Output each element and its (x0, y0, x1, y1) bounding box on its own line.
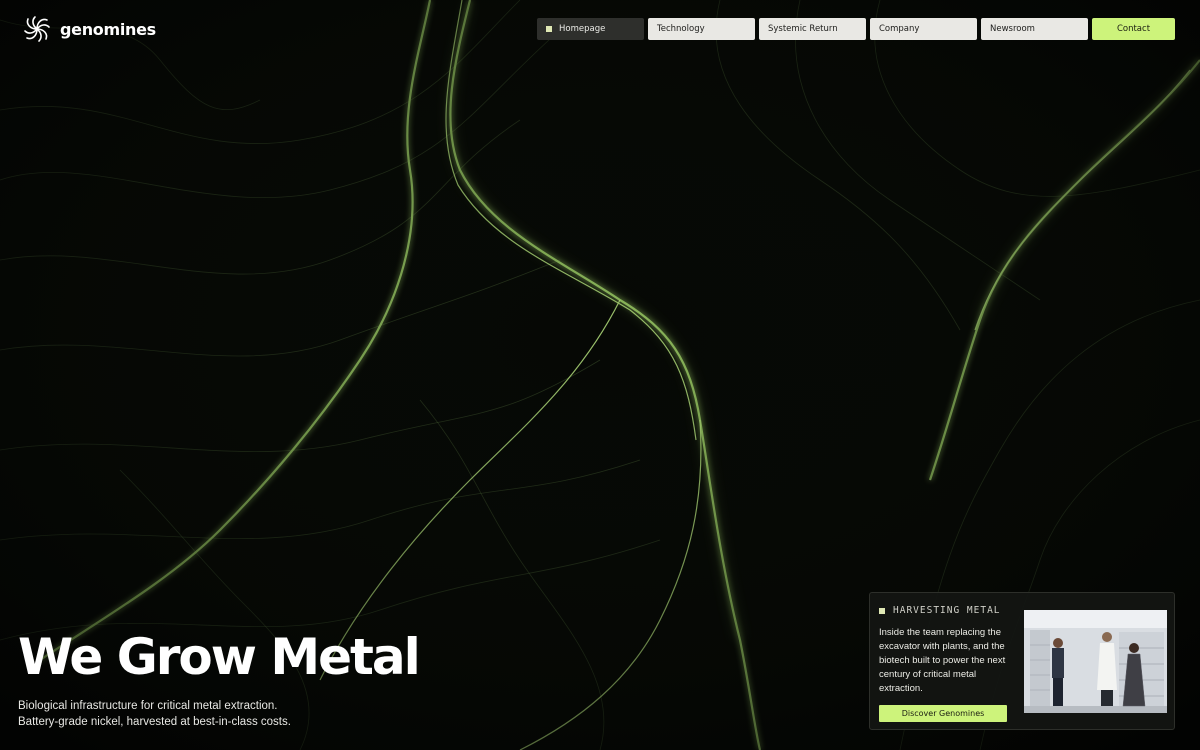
nav-item-newsroom[interactable]: Newsroom (981, 18, 1088, 40)
label-square-icon (879, 607, 885, 614)
discover-button[interactable]: Discover Genomines (879, 705, 1007, 722)
nav-item-company[interactable]: Company (870, 18, 977, 40)
hero-subtitle: Biological infrastructure for critical m… (18, 698, 291, 730)
brand-name: genomines (60, 19, 156, 39)
card-label-text: HARVESTING METAL (893, 605, 1001, 616)
contact-button[interactable]: Contact (1092, 18, 1175, 40)
brand-logo[interactable]: genomines (22, 14, 156, 44)
active-indicator-icon (546, 26, 552, 32)
hero-subtitle-line-2: Battery-grade nickel, harvested at best-… (18, 716, 291, 728)
lab-scene-image (1024, 610, 1167, 713)
card-label: HARVESTING METAL (879, 605, 1001, 616)
nav-item-label: Systemic Return (768, 24, 838, 34)
nav-item-label: Newsroom (990, 24, 1035, 34)
spiral-flower-icon (24, 16, 50, 42)
nav-item-systemic-return[interactable]: Systemic Return (759, 18, 866, 40)
nav-item-label: Company (879, 24, 920, 34)
top-navigation: Homepage Technology Systemic Return Comp… (537, 18, 1175, 40)
nav-item-label: Homepage (559, 24, 606, 34)
nav-item-label: Technology (657, 24, 705, 34)
video-thumbnail[interactable] (1024, 610, 1167, 713)
hero-subtitle-line-1: Biological infrastructure for critical m… (18, 700, 278, 712)
nav-item-homepage[interactable]: Homepage (537, 18, 644, 40)
hero-title: We Grow Metal (18, 628, 421, 686)
nav-item-technology[interactable]: Technology (648, 18, 755, 40)
card-description: Inside the team replacing the excavator … (879, 627, 1006, 694)
feature-card: HARVESTING METAL Inside the team replaci… (869, 592, 1175, 730)
